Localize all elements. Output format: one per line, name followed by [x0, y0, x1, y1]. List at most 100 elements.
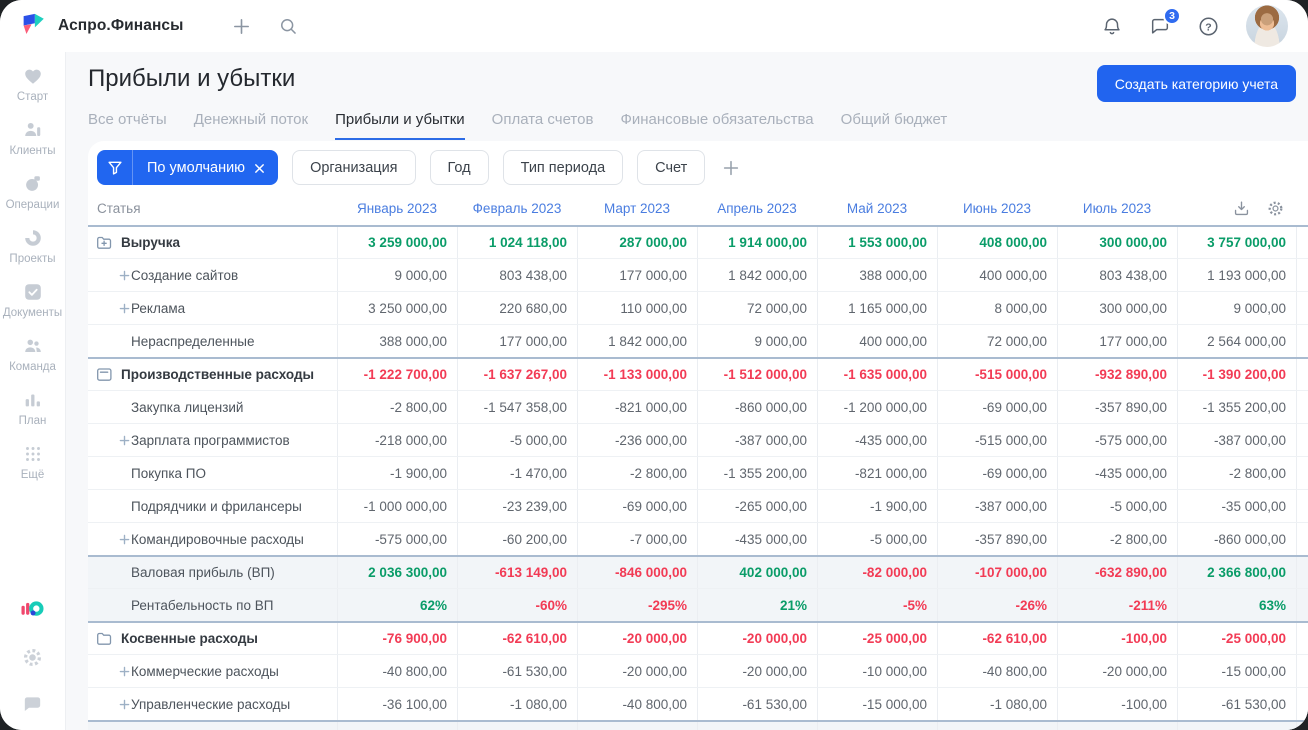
- value-cell: -575 000,00: [1057, 424, 1177, 456]
- value-cell: -236 000,00: [577, 424, 697, 456]
- folder-icon[interactable]: [96, 631, 113, 646]
- filter-button-organization[interactable]: Организация: [292, 150, 416, 185]
- sidebar-item-team[interactable]: Команда: [1, 334, 65, 373]
- value-cell: 72 000,00: [937, 325, 1057, 357]
- column-header-month: Апрель 2023: [717, 201, 797, 216]
- value-cell: -20 000,00: [697, 623, 817, 654]
- sidebar-item-more[interactable]: Ещё: [1, 442, 65, 481]
- row-label: Реклама: [131, 300, 186, 316]
- value-cell: -435 000,00: [817, 424, 937, 456]
- value-cell: -40 800,00: [577, 688, 697, 720]
- table-row[interactable]: Создание сайтов 9 000,00 803 438,00 177 000…: [88, 258, 1308, 291]
- sidebar: Старт Клиенты Операции Проекты Документы…: [0, 52, 66, 730]
- filter-button-period-type[interactable]: Тип периода: [502, 150, 624, 185]
- value-cell: 1 024 118,00: [457, 227, 577, 258]
- table-row[interactable]: Валовая прибыль (ВП) 2 036 300,00 -613 149…: [88, 555, 1308, 588]
- value-cell: [337, 722, 457, 730]
- tab-financial-obligations[interactable]: Финансовые обязательства: [620, 111, 813, 140]
- table-row[interactable]: Косвенные расходы -76 900,00 -62 610,00 -20…: [88, 621, 1308, 654]
- table-row[interactable]: Закупка лицензий -2 800,00 -1 547 358,00 -8…: [88, 390, 1308, 423]
- doc-minus-icon[interactable]: [96, 367, 113, 382]
- table-row[interactable]: Подрядчики и фрилансеры -1 000 000,00 -23 …: [88, 489, 1308, 522]
- expand-plus-icon[interactable]: [119, 699, 131, 710]
- settings-gear-icon[interactable]: [21, 646, 44, 669]
- create-category-button[interactable]: Создать категорию учета: [1096, 65, 1296, 102]
- tab-profit-loss[interactable]: Прибыли и убытки: [335, 111, 465, 140]
- tab-cash-flow[interactable]: Денежный поток: [194, 111, 308, 140]
- table-row[interactable]: Нераспределенные 388 000,00 177 000,00 1 84…: [88, 324, 1308, 357]
- filter-bar: По умолчанию Организация Год Тип периода Сч…: [88, 141, 1308, 185]
- table-settings-icon[interactable]: [1266, 199, 1285, 218]
- value-cell: -1 512 000,00: [697, 359, 817, 390]
- folder-plus-icon[interactable]: [96, 235, 113, 250]
- table-row[interactable]: Зарплата программистов -218 000,00 -5 000,…: [88, 423, 1308, 456]
- row-label: Создание сайтов: [131, 267, 239, 283]
- value-cell: -62 610,00: [937, 623, 1057, 654]
- value-cell: -1 900,00: [817, 490, 937, 522]
- sidebar-item-operations[interactable]: Операции: [1, 172, 65, 211]
- clear-filter-icon[interactable]: [252, 161, 278, 174]
- expand-plus-icon[interactable]: [119, 270, 131, 281]
- support-chat-icon[interactable]: [21, 693, 44, 716]
- notifications-bell-icon[interactable]: [1101, 15, 1123, 37]
- filter-button-year[interactable]: Год: [429, 150, 489, 185]
- more-icon: [22, 442, 44, 466]
- user-avatar[interactable]: [1246, 5, 1288, 47]
- value-cell: -100,00: [1057, 688, 1177, 720]
- expand-plus-icon[interactable]: [119, 435, 131, 446]
- table-row[interactable]: Покупка ПО -1 900,00 -1 470,00 -2 800,00 -1 …: [88, 456, 1308, 489]
- column-header-month: Февраль 2023: [472, 201, 562, 216]
- value-cell: -7 000,00: [577, 523, 697, 555]
- sidebar-item-start[interactable]: Старт: [1, 64, 65, 103]
- sidebar-item-documents[interactable]: Документы: [1, 280, 65, 319]
- sidebar-item-plan[interactable]: План: [1, 388, 65, 427]
- value-cell: -357 890,00: [937, 523, 1057, 555]
- table-row[interactable]: Рентабельность по ВП 62% -60% -295% 21% -5% -2…: [88, 588, 1308, 621]
- aspro-cloud-logo-icon[interactable]: [20, 599, 45, 622]
- messages-icon[interactable]: 3: [1149, 7, 1181, 37]
- sidebar-item-clients[interactable]: Клиенты: [1, 118, 65, 157]
- table-row[interactable]: Реклама 3 250 000,00 220 680,00 110 000,00 7…: [88, 291, 1308, 324]
- value-cell: 2 036 300,00: [337, 557, 457, 588]
- value-cell: -69 000,00: [937, 457, 1057, 489]
- search-icon[interactable]: [278, 16, 299, 37]
- table-row[interactable]: Производственные расходы -1 222 700,00 -1 …: [88, 357, 1308, 390]
- sidebar-item-projects[interactable]: Проекты: [1, 226, 65, 265]
- table-row[interactable]: Коммерческие расходы -40 800,00 -61 530,00…: [88, 654, 1308, 687]
- create-plus-icon[interactable]: [231, 16, 252, 37]
- download-icon[interactable]: [1232, 199, 1251, 218]
- value-cell: 408 000,00: [937, 227, 1057, 258]
- tab-bill-payment[interactable]: Оплата счетов: [492, 111, 594, 140]
- add-filter-icon[interactable]: [721, 158, 741, 178]
- expand-plus-icon[interactable]: [119, 303, 131, 314]
- messages-badge: 3: [1163, 7, 1181, 25]
- table-row[interactable]: Командировочные расходы -575 000,00 -60 20…: [88, 522, 1308, 555]
- value-cell: -387 000,00: [1177, 424, 1297, 456]
- value-cell: -387 000,00: [697, 424, 817, 456]
- table-row[interactable]: Выручка 3 259 000,00 1 024 118,00 287 000,0…: [88, 225, 1308, 258]
- table-row-partial: [88, 720, 1308, 730]
- value-cell: 3 757 000,00: [1177, 227, 1297, 258]
- expand-plus-icon[interactable]: [119, 534, 131, 545]
- expand-plus-icon[interactable]: [119, 666, 131, 677]
- tab-all-reports[interactable]: Все отчёты: [88, 111, 167, 140]
- table-actions: [1177, 192, 1297, 225]
- help-icon[interactable]: ?: [1197, 15, 1220, 38]
- heart-icon: [22, 64, 44, 88]
- value-cell: -60 200,00: [457, 523, 577, 555]
- tab-total-budget[interactable]: Общий бюджет: [841, 111, 948, 140]
- value-cell: -2 800,00: [1057, 523, 1177, 555]
- page-title: Прибыли и убытки: [88, 65, 296, 92]
- value-cell: [817, 722, 937, 730]
- svg-text:?: ?: [1205, 21, 1211, 33]
- sidebar-item-label: Документы: [2, 307, 63, 319]
- value-cell: 1 165 000,00: [817, 292, 937, 324]
- topbar: Аспро.Финансы 3 ?: [0, 0, 1308, 52]
- filter-button-account[interactable]: Счет: [637, 150, 706, 185]
- value-cell: [937, 722, 1057, 730]
- value-cell: 400 000,00: [817, 325, 937, 357]
- active-filter-pill[interactable]: По умолчанию: [97, 150, 279, 185]
- value-cell: -40 800,00: [337, 655, 457, 687]
- row-label: Рентабельность по ВП: [131, 597, 274, 613]
- table-row[interactable]: Управленческие расходы -36 100,00 -1 080,0…: [88, 687, 1308, 720]
